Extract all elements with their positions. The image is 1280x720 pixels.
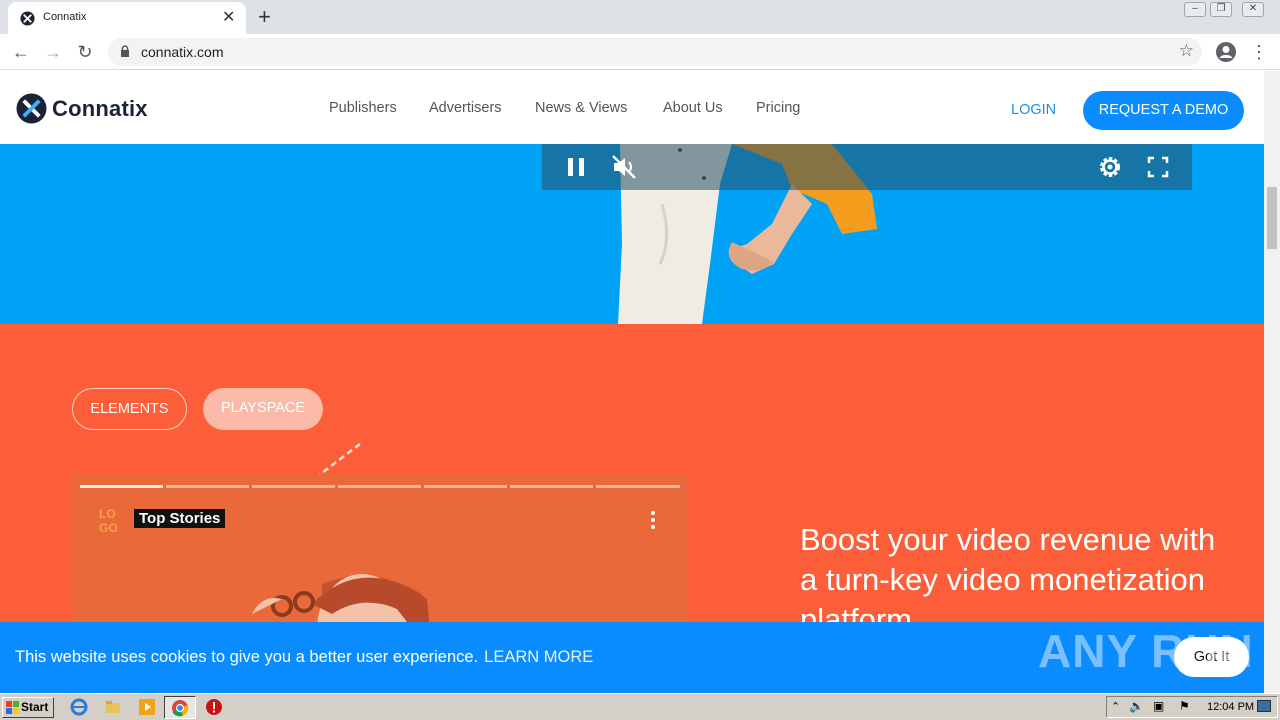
browser-toolbar: ← → ↻ connatix.com ☆ ⋮: [0, 34, 1280, 70]
scrollbar-thumb[interactable]: [1267, 187, 1277, 249]
url-text: connatix.com: [141, 44, 224, 60]
fullscreen-icon[interactable]: [1142, 151, 1174, 183]
clock: 12:04 PM: [1207, 701, 1255, 713]
start-label: Start: [21, 700, 49, 714]
tab-elements[interactable]: ELEMENTS: [72, 388, 187, 430]
settings-gear-icon[interactable]: [1094, 151, 1126, 183]
menu-kebab-icon[interactable]: ⋮: [1247, 40, 1271, 64]
network-icon[interactable]: ▣: [1153, 699, 1164, 713]
pause-icon[interactable]: [560, 151, 592, 183]
story-progress-segment: [510, 485, 593, 488]
page-viewport: Connatix Publishers Advertisers News & V…: [0, 71, 1264, 693]
tab-close-icon[interactable]: ✕: [222, 8, 235, 28]
site-header: Connatix Publishers Advertisers News & V…: [0, 71, 1264, 144]
anyrun-watermark: ANY RUN: [1038, 625, 1254, 677]
story-progress-segment: [338, 485, 421, 488]
minimize-button[interactable]: –: [1184, 2, 1206, 17]
reload-icon[interactable]: ↻: [73, 40, 97, 64]
internet-explorer-icon[interactable]: [70, 698, 88, 716]
cookie-message-text: This website uses cookies to give you a …: [15, 648, 479, 666]
media-player-icon[interactable]: [138, 698, 156, 716]
request-demo-button[interactable]: REQUEST A DEMO: [1083, 91, 1244, 130]
start-button[interactable]: Start: [2, 697, 54, 718]
story-title: Top Stories: [134, 509, 226, 528]
story-progress-segment: [424, 485, 507, 488]
browser-tab[interactable]: Connatix ✕: [8, 2, 246, 34]
windows-flag-icon: [6, 701, 19, 714]
story-logo-text-bottom: GO: [99, 521, 118, 534]
tab-playspace[interactable]: PLAYSPACE: [203, 388, 323, 430]
tab-title: Connatix: [43, 11, 87, 23]
story-logo-text-top: LO: [99, 507, 116, 521]
stop-icon[interactable]: [205, 698, 223, 716]
volume-icon[interactable]: 🔈: [1129, 699, 1144, 713]
lock-icon: [121, 45, 129, 57]
cookie-message: This website uses cookies to give you a …: [15, 648, 593, 667]
browser-tab-strip: Connatix ✕ + – ❐ ✕: [0, 0, 1280, 34]
nav-publishers[interactable]: Publishers: [329, 100, 397, 116]
mute-icon[interactable]: [608, 151, 640, 183]
story-progress-segment: [596, 485, 680, 488]
show-desktop-icon[interactable]: [1257, 700, 1271, 712]
page-scrollbar[interactable]: [1264, 71, 1280, 693]
address-bar[interactable]: connatix.com ☆: [108, 38, 1202, 66]
profile-icon[interactable]: [1215, 41, 1237, 63]
close-window-button[interactable]: ✕: [1242, 2, 1264, 17]
connatix-favicon-icon: [20, 11, 35, 26]
story-progress-segment: [80, 485, 163, 488]
back-icon[interactable]: ←: [9, 40, 33, 64]
login-link[interactable]: LOGIN: [1011, 102, 1056, 118]
story-progress-segment: [252, 485, 335, 488]
bookmark-star-icon[interactable]: ☆: [1179, 41, 1194, 61]
nav-pricing[interactable]: Pricing: [756, 100, 800, 116]
learn-more-link[interactable]: LEARN MORE: [484, 648, 593, 666]
system-tray: ⌃ 🔈 ▣ ⚑ 12:04 PM: [1106, 696, 1278, 718]
tray-expand-icon[interactable]: ⌃: [1111, 700, 1120, 713]
restore-button[interactable]: ❐: [1210, 2, 1232, 17]
new-tab-button[interactable]: +: [258, 3, 271, 31]
connatix-logo-icon: [16, 93, 47, 124]
story-logo-icon: LO GO: [99, 507, 118, 534]
more-options-icon[interactable]: [650, 510, 656, 530]
story-progress-segment: [166, 485, 249, 488]
nav-news-views[interactable]: News & Views: [535, 100, 627, 116]
explorer-folder-icon[interactable]: [104, 698, 122, 716]
windows-taskbar: Start ⌃ 🔈 ▣ ⚑ 12:04 PM: [0, 693, 1280, 720]
chrome-icon: [172, 700, 189, 717]
nav-advertisers[interactable]: Advertisers: [429, 100, 502, 116]
hero-section: [0, 144, 1264, 324]
brand-name: Connatix: [52, 96, 148, 121]
nav-about-us[interactable]: About Us: [663, 100, 723, 116]
forward-icon[interactable]: →: [41, 40, 65, 64]
video-controls-bar: [542, 144, 1192, 190]
taskbar-chrome-button[interactable]: [164, 696, 196, 719]
flag-notification-icon[interactable]: ⚑: [1179, 699, 1190, 713]
